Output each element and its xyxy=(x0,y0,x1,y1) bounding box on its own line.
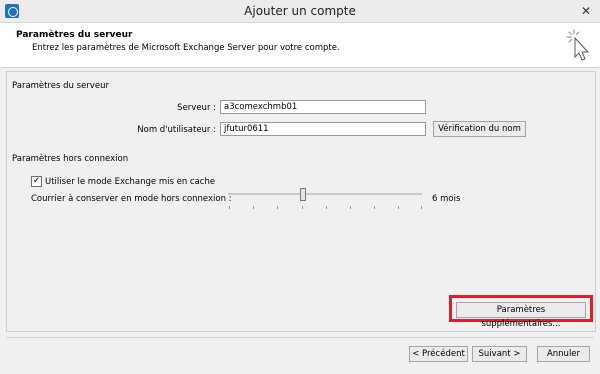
slider-tick xyxy=(253,206,254,209)
mail-to-keep-label: Courrier à conserver en mode hors connex… xyxy=(31,194,232,204)
cancel-button[interactable]: Annuler xyxy=(537,346,590,362)
mail-to-keep-value: 6 mois xyxy=(432,194,461,204)
username-label: Nom d'utilisateur : xyxy=(137,125,216,135)
cache-mode-label: Utiliser le mode Exchange mis en cache xyxy=(45,177,216,187)
slider-tick xyxy=(229,206,230,209)
server-input[interactable]: a3comexchmb01 xyxy=(220,100,426,114)
username-input[interactable]: jfutur0611 xyxy=(220,122,426,136)
slider-tick xyxy=(277,206,278,209)
check-name-button[interactable]: Vérification du nom xyxy=(433,121,526,137)
more-settings-button[interactable]: Paramètres supplémentaires... xyxy=(456,302,586,329)
window-title: Ajouter un compte xyxy=(244,4,356,18)
server-settings-heading: Paramètres du serveur xyxy=(12,81,109,91)
slider-tick xyxy=(374,206,375,209)
title-bar: Ajouter un compte ✕ xyxy=(0,0,600,23)
header-title: Paramètres du serveur xyxy=(16,30,133,40)
slider-tick xyxy=(326,206,327,209)
close-icon[interactable]: ✕ xyxy=(572,0,600,22)
next-button[interactable]: Suivant > xyxy=(472,346,527,362)
back-button[interactable]: < Précédent xyxy=(409,346,468,362)
header-subtitle: Entrez les paramètres de Microsoft Excha… xyxy=(32,43,340,53)
slider-tick xyxy=(398,206,399,209)
mail-to-keep-slider-track[interactable] xyxy=(228,193,422,195)
wizard-header: Paramètres du serveur Entrez les paramèt… xyxy=(0,23,600,68)
cache-mode-checkbox[interactable]: ✓ xyxy=(31,176,42,187)
slider-tick xyxy=(302,206,303,209)
wizard-cursor-icon xyxy=(566,29,590,61)
slider-tick xyxy=(421,206,422,209)
offline-settings-heading: Paramètres hors connexion xyxy=(12,154,129,164)
footer-divider xyxy=(6,337,594,338)
mail-to-keep-slider-thumb[interactable] xyxy=(300,188,306,201)
add-account-window: Ajouter un compte ✕ Paramètres du serveu… xyxy=(0,0,600,374)
server-label: Serveur : xyxy=(177,103,216,113)
slider-tick xyxy=(350,206,351,209)
